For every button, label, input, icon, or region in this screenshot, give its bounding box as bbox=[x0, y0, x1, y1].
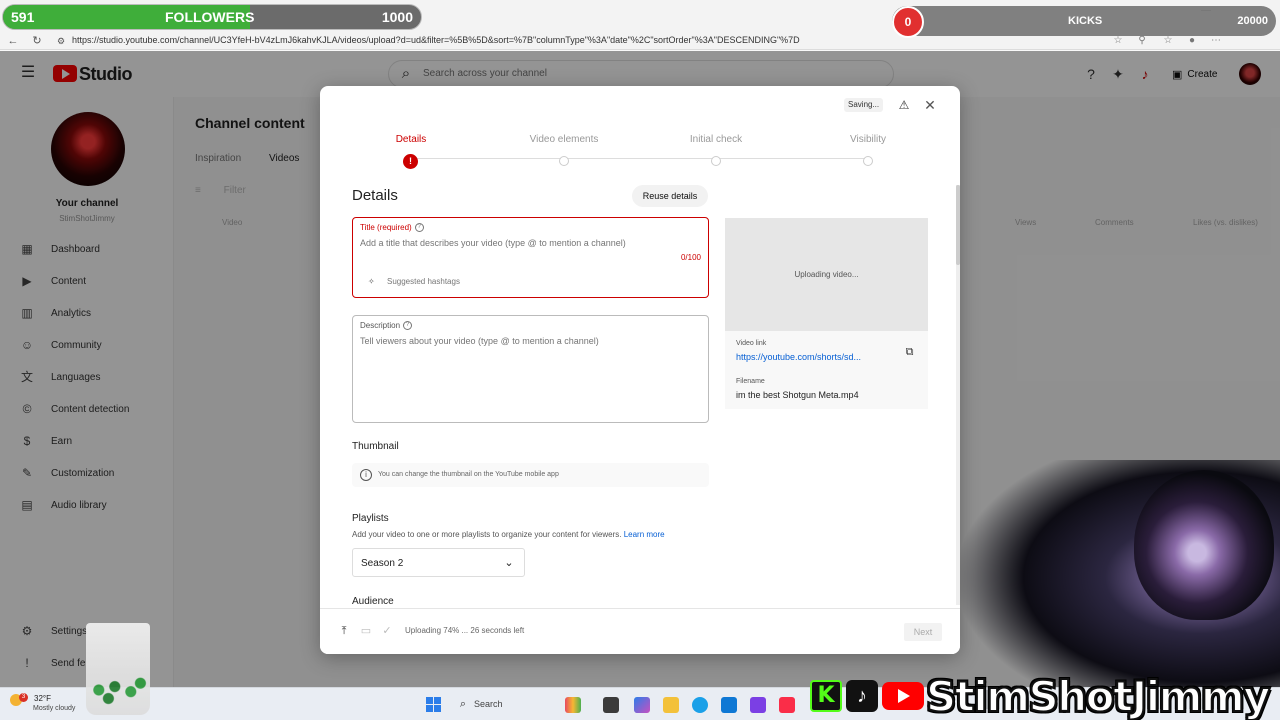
followers-goal-bar: 591 FOLLOWERS 1000 bbox=[2, 4, 422, 30]
copy-icon[interactable]: ⧉ bbox=[903, 345, 916, 359]
widgets-icon[interactable] bbox=[565, 697, 581, 713]
learn-more-link[interactable]: Learn more bbox=[624, 530, 665, 539]
error-icon: ! bbox=[403, 154, 418, 169]
followers-goal: 1000 bbox=[381, 9, 413, 25]
edge-icon[interactable] bbox=[692, 697, 708, 713]
description-field[interactable]: Description? bbox=[352, 315, 709, 423]
step-label: Video elements bbox=[529, 134, 599, 145]
step-dot bbox=[711, 156, 721, 166]
playlists-description: Add your video to one or more playlists … bbox=[352, 530, 665, 539]
youtube-logo-icon bbox=[882, 682, 924, 710]
kicks-label: KICKS bbox=[1068, 15, 1103, 27]
kicks-goal: 20000 bbox=[1237, 15, 1268, 27]
audience-heading: Audience bbox=[352, 596, 394, 607]
weather-badge: 3 bbox=[19, 693, 28, 702]
upload-icon[interactable]: ⤒ bbox=[337, 624, 351, 638]
store-icon[interactable] bbox=[721, 697, 737, 713]
scrollbar-thumb[interactable] bbox=[956, 185, 960, 265]
thumbnail-heading: Thumbnail bbox=[352, 441, 399, 452]
title-label: Title (required)? bbox=[360, 223, 424, 232]
help-icon[interactable]: ? bbox=[403, 321, 413, 330]
upload-progress-text: Uploading 74% ... 26 seconds left bbox=[405, 626, 525, 635]
weather-description: Mostly cloudy bbox=[33, 705, 76, 712]
step-visibility[interactable]: Visibility bbox=[808, 134, 928, 166]
video-preview: Uploading video... bbox=[725, 218, 928, 331]
star-icon[interactable]: ☆ bbox=[1112, 35, 1124, 47]
description-label-text: Description bbox=[360, 321, 401, 330]
dialog-footer: ⤒ ▭ ✓ Uploading 74% ... 26 seconds left … bbox=[320, 608, 960, 654]
help-icon[interactable]: ? bbox=[414, 223, 424, 232]
kicks-goal-bar: 0 KICKS 20000 bbox=[892, 6, 1276, 38]
app-icon[interactable] bbox=[750, 697, 766, 713]
filename-label: Filename bbox=[736, 378, 765, 385]
file-explorer-icon[interactable] bbox=[663, 697, 679, 713]
step-label: Initial check bbox=[689, 134, 743, 145]
music-icon[interactable] bbox=[779, 697, 795, 713]
hd-icon: ▭ bbox=[360, 625, 372, 637]
step-dot bbox=[559, 156, 569, 166]
temperature: 32°F bbox=[34, 694, 51, 703]
extensions-icon[interactable]: ⚲ bbox=[1136, 35, 1148, 47]
reload-icon[interactable]: ↻ bbox=[30, 34, 44, 48]
uploading-status: Uploading video... bbox=[794, 270, 859, 279]
back-icon[interactable]: ← bbox=[6, 34, 20, 48]
streamer-mask bbox=[1134, 470, 1274, 620]
step-label: Details bbox=[395, 134, 427, 145]
info-icon: i bbox=[360, 469, 372, 481]
tiktok-logo-icon: ♪ bbox=[846, 680, 878, 712]
check-circle-icon: ✓ bbox=[382, 625, 392, 637]
suggested-hashtags-label: Suggested hashtags bbox=[387, 277, 460, 286]
playlist-select[interactable]: Season 2 ⌄ bbox=[352, 548, 525, 577]
profile-icon[interactable]: ● bbox=[1186, 35, 1198, 47]
streamer-name: StimShotJimmy bbox=[925, 671, 1272, 720]
step-label: Visibility bbox=[850, 134, 886, 145]
stepper-track bbox=[412, 158, 868, 159]
filename-value: im the best Shotgun Meta.mp4 bbox=[736, 390, 859, 400]
step-video-elements[interactable]: Video elements bbox=[504, 134, 624, 166]
sparkle-icon: ✧ bbox=[368, 277, 375, 286]
thumbnail-info-text: You can change the thumbnail on the YouT… bbox=[378, 471, 559, 478]
video-link-label: Video link bbox=[736, 340, 767, 347]
search-icon[interactable]: ⌕ bbox=[456, 697, 470, 711]
reuse-details-button[interactable]: Reuse details bbox=[632, 185, 708, 207]
suggested-hashtags-button[interactable]: ✧ Suggested hashtags bbox=[368, 277, 460, 286]
playlists-description-text: Add your video to one or more playlists … bbox=[352, 530, 622, 539]
chevron-down-icon: ⌄ bbox=[504, 557, 514, 569]
title-char-count: 0/100 bbox=[680, 253, 701, 262]
video-link[interactable]: https://youtube.com/shorts/sd... bbox=[736, 352, 861, 362]
cup-overlay bbox=[86, 623, 150, 715]
title-input[interactable] bbox=[360, 238, 690, 248]
details-heading: Details bbox=[352, 187, 398, 204]
more-icon[interactable]: ⋯ bbox=[1210, 35, 1222, 47]
title-field[interactable]: Title (required)? 0/100 ✧ Suggested hash… bbox=[352, 217, 709, 298]
kick-logo-icon: K bbox=[810, 680, 842, 712]
playlists-heading: Playlists bbox=[352, 513, 389, 524]
playlist-selected-value: Season 2 bbox=[361, 558, 404, 569]
next-button[interactable]: Next bbox=[904, 623, 942, 641]
saving-status: Saving... bbox=[844, 98, 884, 112]
step-dot bbox=[863, 156, 873, 166]
brand-strip: K ♪ StimShotJimmy bbox=[806, 670, 1280, 720]
step-details[interactable]: Details ! bbox=[351, 134, 471, 169]
close-icon[interactable]: ✕ bbox=[922, 97, 938, 113]
step-initial-check[interactable]: Initial check bbox=[656, 134, 776, 166]
favorites-icon[interactable]: ☆ bbox=[1162, 35, 1174, 47]
followers-label: FOLLOWERS bbox=[165, 9, 255, 25]
url-field[interactable]: https://studio.youtube.com/channel/UC3Yf… bbox=[72, 35, 800, 45]
title-label-text: Title (required) bbox=[360, 223, 412, 232]
report-issue-icon[interactable]: ⚠ bbox=[896, 97, 912, 113]
thumbnail-info: i You can change the thumbnail on the Yo… bbox=[352, 463, 709, 487]
kicks-current: 0 bbox=[892, 6, 924, 38]
copilot-icon[interactable] bbox=[634, 697, 650, 713]
description-label: Description? bbox=[360, 321, 413, 330]
cup-leaves bbox=[86, 673, 150, 707]
upload-dialog: Saving... ⚠ ✕ Details ! Video elements I… bbox=[320, 86, 960, 654]
video-info-panel: Video link https://youtube.com/shorts/sd… bbox=[725, 331, 928, 409]
followers-current: 591 bbox=[11, 9, 35, 25]
description-input[interactable] bbox=[360, 336, 690, 346]
site-info-icon[interactable]: ⚙ bbox=[54, 34, 68, 48]
windows-start-icon[interactable] bbox=[426, 697, 441, 712]
taskbar-search-label[interactable]: Search bbox=[474, 699, 503, 709]
task-view-icon[interactable] bbox=[603, 697, 619, 713]
